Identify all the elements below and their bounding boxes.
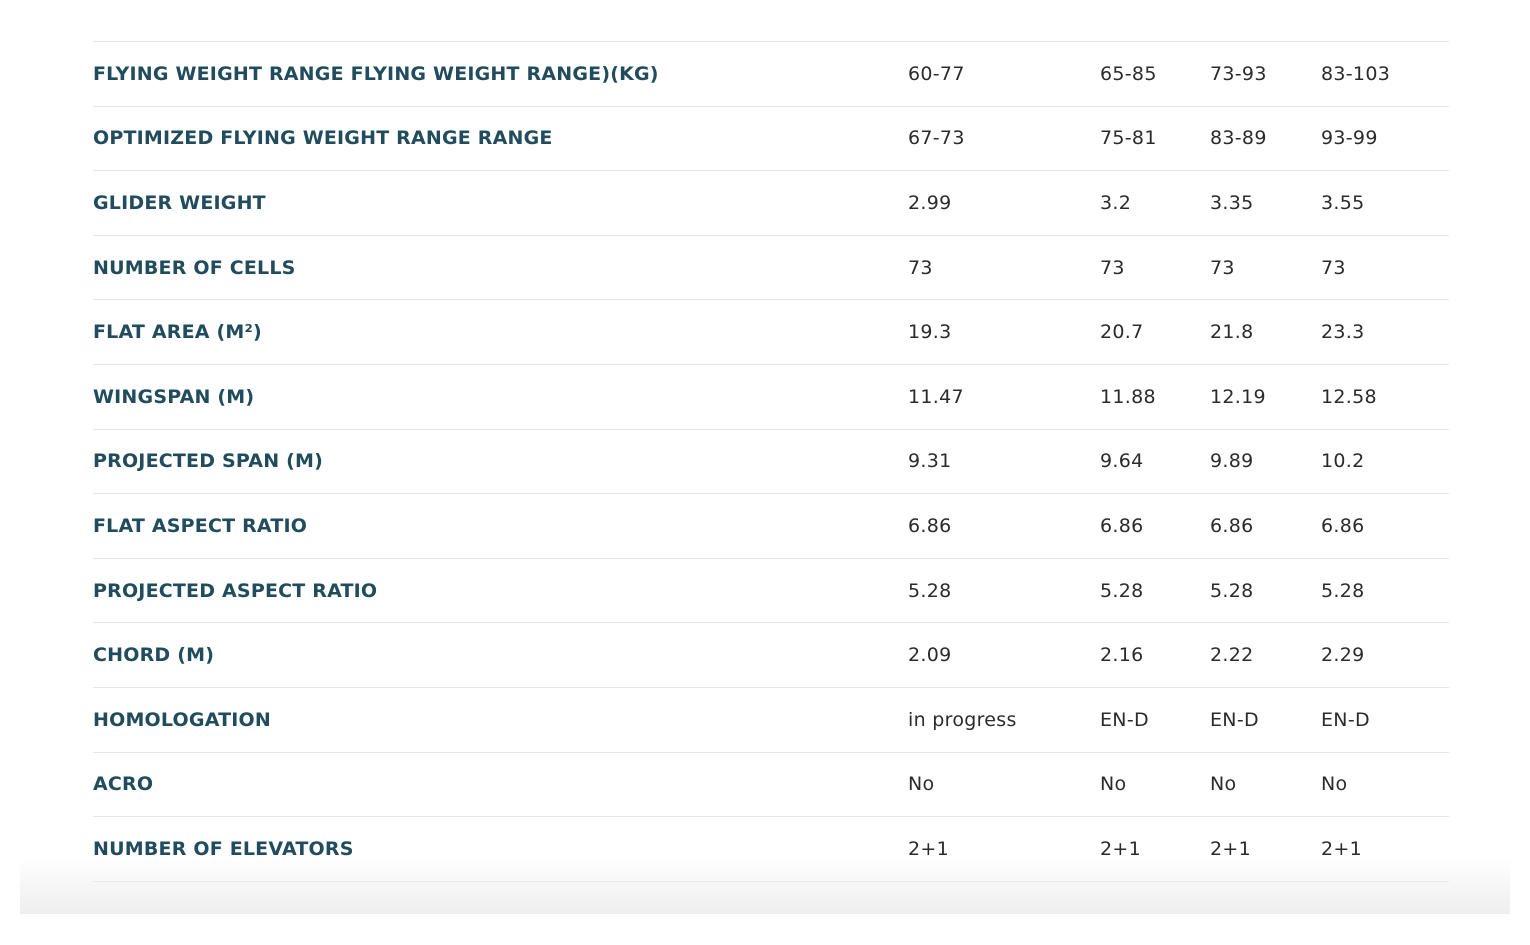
cell-value: in progress	[908, 687, 1100, 753]
spec-table: FLYING WEIGHT RANGE FLYING WEIGHT RANGE)…	[93, 41, 1449, 882]
cell-value: 6.86	[1100, 493, 1210, 559]
cell-value: 73	[1210, 235, 1321, 301]
table-row: OPTIMIZED FLYING WEIGHT RANGE RANGE 67-7…	[93, 106, 1449, 172]
cell-value: 83-103	[1321, 41, 1449, 107]
cell-value: EN-D	[1321, 687, 1449, 753]
cell-value: 2.22	[1210, 622, 1321, 688]
cell-value: 5.28	[1210, 558, 1321, 624]
cell-value: 12.19	[1210, 364, 1321, 430]
cell-value: 19.3	[908, 299, 1100, 365]
table-row: WINGSPAN (M) 11.47 11.88 12.19 12.58	[93, 364, 1449, 430]
cell-value: 12.58	[1321, 364, 1449, 430]
cell-value: 3.35	[1210, 170, 1321, 236]
cell-value: No	[1210, 752, 1321, 818]
row-label-projected-aspect-ratio: PROJECTED ASPECT RATIO	[93, 558, 908, 624]
cell-value: 65-85	[1100, 41, 1210, 107]
cell-value: 6.86	[1321, 493, 1449, 559]
row-label-number-of-cells: NUMBER OF CELLS	[93, 235, 908, 301]
row-label-glider-weight: GLIDER WEIGHT	[93, 170, 908, 236]
cell-value: 6.86	[908, 493, 1100, 559]
cell-value: 73	[1321, 235, 1449, 301]
cell-value: 23.3	[1321, 299, 1449, 365]
row-label-acro: ACRO	[93, 752, 908, 818]
cell-value: 60-77	[908, 41, 1100, 107]
bottom-fade-shadow	[20, 858, 1510, 914]
row-label-flat-aspect-ratio: FLAT ASPECT RATIO	[93, 493, 908, 559]
row-label-wingspan: WINGSPAN (M)	[93, 364, 908, 430]
cell-value: 21.8	[1210, 299, 1321, 365]
cell-value: No	[1321, 752, 1449, 818]
cell-value: No	[908, 752, 1100, 818]
cell-value: 9.31	[908, 429, 1100, 495]
row-label-chord: CHORD (M)	[93, 622, 908, 688]
table-row: FLAT AREA (M²) 19.3 20.7 21.8 23.3	[93, 299, 1449, 365]
table-row: GLIDER WEIGHT 2.99 3.2 3.35 3.55	[93, 170, 1449, 236]
cell-value: 75-81	[1100, 106, 1210, 172]
cell-value: 73-93	[1210, 41, 1321, 107]
cell-value: 11.88	[1100, 364, 1210, 430]
cell-value: 73	[1100, 235, 1210, 301]
table-row: FLYING WEIGHT RANGE FLYING WEIGHT RANGE)…	[93, 41, 1449, 107]
cell-value: EN-D	[1100, 687, 1210, 753]
table-row: ACRO No No No No	[93, 752, 1449, 818]
cell-value: 2.09	[908, 622, 1100, 688]
row-label-flat-area: FLAT AREA (M²)	[93, 299, 908, 365]
row-label-projected-span: PROJECTED SPAN (M)	[93, 429, 908, 495]
cell-value: 3.55	[1321, 170, 1449, 236]
cell-value: 5.28	[908, 558, 1100, 624]
cell-value: No	[1100, 752, 1210, 818]
cell-value: 20.7	[1100, 299, 1210, 365]
cell-value: 2.16	[1100, 622, 1210, 688]
cell-value: EN-D	[1210, 687, 1321, 753]
cell-value: 5.28	[1100, 558, 1210, 624]
cell-value: 2.99	[908, 170, 1100, 236]
table-row: PROJECTED SPAN (M) 9.31 9.64 9.89 10.2	[93, 429, 1449, 495]
table-row: HOMOLOGATION in progress EN-D EN-D EN-D	[93, 687, 1449, 753]
page: FLYING WEIGHT RANGE FLYING WEIGHT RANGE)…	[0, 0, 1530, 945]
row-label-flying-weight-range: FLYING WEIGHT RANGE FLYING WEIGHT RANGE)…	[93, 41, 908, 107]
table-row: PROJECTED ASPECT RATIO 5.28 5.28 5.28 5.…	[93, 558, 1449, 624]
table-row: NUMBER OF CELLS 73 73 73 73	[93, 235, 1449, 301]
cell-value: 5.28	[1321, 558, 1449, 624]
cell-value: 2.29	[1321, 622, 1449, 688]
row-label-homologation: HOMOLOGATION	[93, 687, 908, 753]
cell-value: 6.86	[1210, 493, 1321, 559]
cell-value: 3.2	[1100, 170, 1210, 236]
cell-value: 9.64	[1100, 429, 1210, 495]
cell-value: 93-99	[1321, 106, 1449, 172]
spec-table-body: FLYING WEIGHT RANGE FLYING WEIGHT RANGE)…	[93, 41, 1449, 882]
table-row: FLAT ASPECT RATIO 6.86 6.86 6.86 6.86	[93, 493, 1449, 559]
cell-value: 10.2	[1321, 429, 1449, 495]
cell-value: 9.89	[1210, 429, 1321, 495]
cell-value: 73	[908, 235, 1100, 301]
row-label-optimized-flying-weight-range: OPTIMIZED FLYING WEIGHT RANGE RANGE	[93, 106, 908, 172]
cell-value: 11.47	[908, 364, 1100, 430]
table-row: CHORD (M) 2.09 2.16 2.22 2.29	[93, 622, 1449, 688]
cell-value: 67-73	[908, 106, 1100, 172]
cell-value: 83-89	[1210, 106, 1321, 172]
